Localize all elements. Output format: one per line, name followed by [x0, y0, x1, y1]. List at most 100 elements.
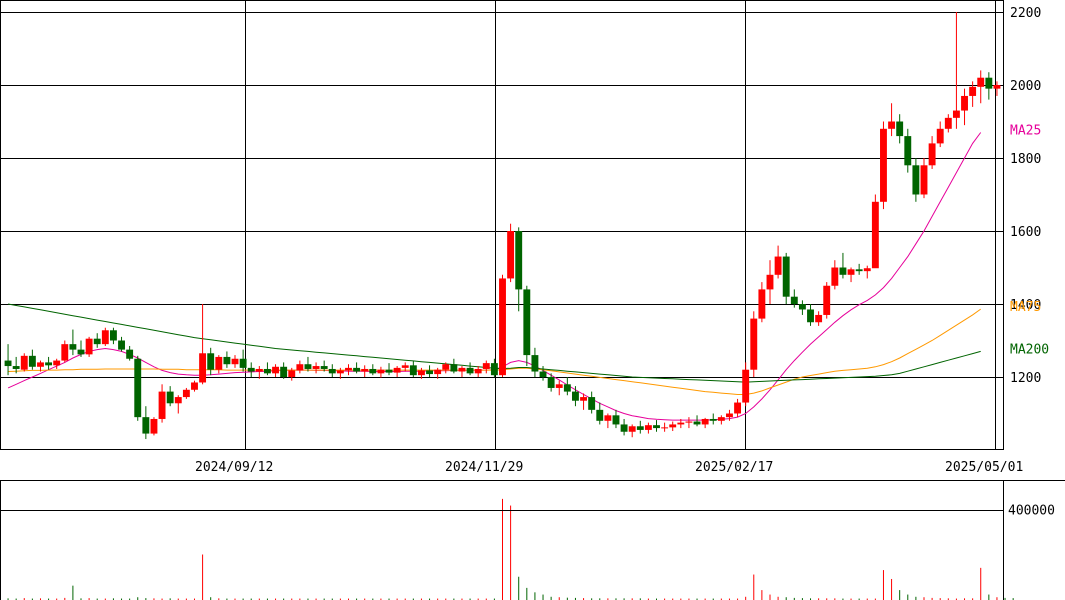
candle-body — [912, 165, 920, 195]
candle-body — [969, 86, 977, 96]
candle-body — [985, 77, 993, 89]
candle-body — [134, 358, 142, 418]
candle-body — [12, 366, 20, 369]
candle-body — [604, 415, 612, 421]
candle-body — [572, 391, 579, 401]
volume-bars — [7, 498, 1014, 600]
candle-body — [726, 413, 733, 418]
candle-body — [69, 344, 77, 350]
candle-body — [588, 397, 596, 410]
candle-body — [166, 391, 174, 404]
candle-body — [863, 268, 871, 272]
candle-body — [896, 121, 904, 137]
candle-body — [774, 256, 782, 275]
candle-body — [126, 349, 134, 359]
candle-body — [199, 353, 207, 383]
candle-body — [215, 356, 223, 370]
candle-body — [328, 368, 336, 374]
candle-body — [758, 289, 766, 319]
candle-body — [409, 365, 417, 376]
candle-body — [547, 377, 555, 388]
price-tick-label: 2000 — [1010, 79, 1041, 94]
candle-body — [85, 338, 93, 355]
candle-body — [766, 274, 774, 290]
ma-label-ma75: MA75 — [1010, 300, 1041, 315]
date-tick-label: 2024/11/29 — [445, 460, 523, 475]
candle-body — [353, 367, 361, 372]
candle-body — [620, 424, 628, 432]
candle-body — [701, 418, 709, 425]
candle-body — [53, 360, 61, 366]
date-axis: 2024/09/12 2024/11/29 2025/02/17 2025/05/01 — [195, 460, 1023, 475]
candle-body — [118, 340, 125, 350]
candle-body — [450, 364, 458, 372]
candle-body — [499, 278, 506, 376]
candle-body — [961, 95, 968, 111]
candle-body — [904, 136, 912, 166]
candle-body — [369, 368, 377, 374]
stock-chart: 120014001600180020002200 MA25MA75MA200 2… — [0, 0, 1065, 600]
candle-body — [45, 362, 53, 366]
price-plot-frame — [0, 0, 1004, 450]
candle-body — [539, 371, 547, 377]
candle-body — [798, 304, 806, 310]
price-tick-label: 1800 — [1010, 152, 1041, 167]
candle-body — [685, 421, 693, 423]
candle-body — [263, 368, 271, 374]
candle-body — [255, 368, 263, 372]
candle-body — [101, 330, 109, 345]
candle-body — [442, 364, 450, 370]
candle-body — [871, 201, 879, 269]
candle-body — [515, 231, 523, 290]
candle-body — [4, 360, 12, 367]
price-tick-label: 1200 — [1010, 371, 1041, 386]
volume-tick-label: 400000 — [1008, 504, 1055, 519]
candle-body — [490, 363, 498, 376]
candle-body — [150, 418, 158, 434]
candle-body — [661, 427, 669, 429]
candle-body — [401, 365, 409, 368]
candle-body — [393, 367, 401, 373]
candle-body — [742, 369, 750, 403]
candle-body — [831, 267, 839, 286]
candle-body — [385, 369, 393, 373]
candle-body — [77, 349, 85, 355]
ma-label-ma200: MA200 — [1010, 342, 1049, 357]
candle-body — [280, 366, 288, 377]
candle-body — [288, 370, 296, 377]
candle-body — [636, 426, 644, 430]
candle-body — [596, 409, 604, 421]
candle-body — [782, 256, 790, 297]
candle-body — [93, 338, 101, 345]
candle-body — [28, 355, 36, 367]
candle-body — [928, 143, 936, 166]
volume-y-axis: 400000 — [0, 504, 1055, 519]
candle-body — [669, 424, 677, 428]
candle-body — [239, 358, 247, 368]
candle-body — [191, 382, 198, 390]
candle-body — [936, 128, 944, 144]
candle-body — [815, 314, 823, 323]
candle-body — [345, 367, 352, 371]
candle-body — [223, 356, 231, 365]
candle-body — [644, 425, 652, 430]
candle-body — [361, 368, 369, 372]
candle-body — [434, 369, 442, 375]
candle-body — [807, 309, 814, 323]
candle-body — [20, 355, 28, 370]
candle-body — [880, 128, 887, 202]
candle-body — [563, 384, 571, 392]
candle-body — [466, 367, 474, 374]
candle-body — [320, 366, 328, 369]
candle-body — [790, 296, 798, 304]
candle-body — [426, 370, 433, 375]
candle-body — [717, 417, 725, 421]
price-tick-label: 1600 — [1010, 225, 1041, 240]
candle-body — [158, 391, 166, 419]
date-tick-label: 2025/05/01 — [945, 460, 1023, 475]
ma-label-ma25: MA25 — [1010, 123, 1041, 138]
price-y-axis: 120014001600180020002200 — [1010, 6, 1041, 386]
candle-body — [474, 368, 482, 374]
candle-body — [231, 358, 239, 365]
candle-body — [37, 362, 44, 367]
